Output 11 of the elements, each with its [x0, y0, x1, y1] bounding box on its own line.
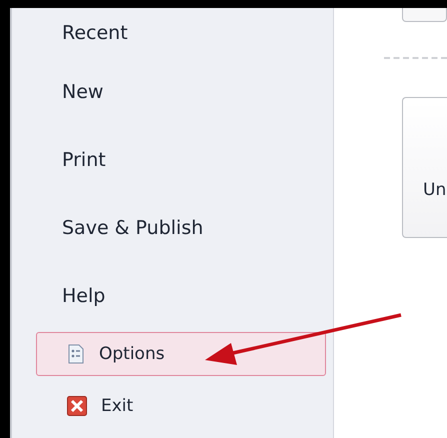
menu-command[interactable]: Exit [36, 384, 326, 428]
menu-tab[interactable]: Help [34, 262, 333, 330]
menu-tab[interactable]: Save & Publish [34, 194, 333, 262]
close-icon [67, 396, 87, 416]
menu-command[interactable]: Options [36, 332, 326, 376]
menu-tab[interactable]: Recent [34, 8, 333, 58]
document-icon [67, 344, 85, 364]
menu-tab[interactable]: New [34, 58, 333, 126]
menu-tab[interactable]: Print [34, 126, 333, 194]
large-button[interactable]: Un [402, 97, 447, 238]
button-edge[interactable] [402, 8, 447, 22]
